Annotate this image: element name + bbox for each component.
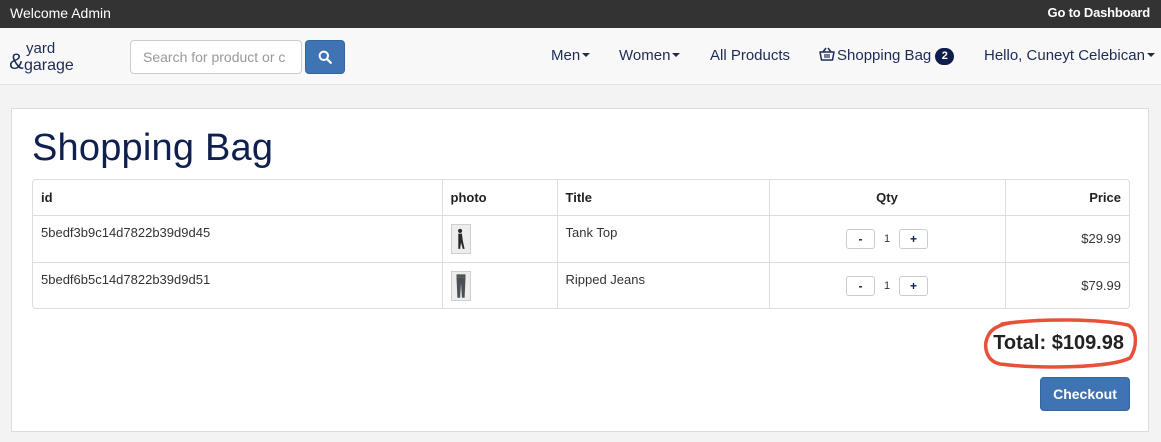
top-bar: Welcome Admin Go to Dashboard bbox=[0, 0, 1161, 28]
svg-text:&: & bbox=[10, 49, 24, 74]
increase-qty-button[interactable]: + bbox=[899, 228, 928, 249]
quantity-stepper: - 1 + bbox=[846, 275, 928, 296]
photo-cell bbox=[442, 262, 558, 308]
decrease-qty-button[interactable]: - bbox=[846, 228, 875, 249]
col-header-price: Price bbox=[1005, 180, 1129, 216]
nav-women-dropdown[interactable]: Women bbox=[619, 47, 681, 64]
cart-table: id photo Title Qty Price 5bedf3b9c14d782… bbox=[32, 179, 1130, 309]
increase-qty-button[interactable]: + bbox=[899, 275, 928, 296]
photo-cell bbox=[442, 215, 558, 263]
svg-text:yard: yard bbox=[26, 40, 55, 57]
navbar: yard & garage Men Women All Products Sho… bbox=[0, 28, 1161, 85]
product-thumbnail[interactable] bbox=[450, 270, 471, 301]
dashboard-link[interactable]: Go to Dashboard bbox=[1048, 5, 1151, 20]
bag-count-badge: 2 bbox=[935, 48, 955, 65]
nav-all-products[interactable]: All Products bbox=[710, 47, 790, 64]
svg-text:garage: garage bbox=[24, 57, 74, 74]
qty-cell: - 1 + bbox=[769, 215, 1006, 263]
product-thumbnail[interactable] bbox=[450, 223, 471, 254]
caret-down-icon bbox=[1146, 53, 1155, 58]
product-price: $79.99 bbox=[1081, 278, 1121, 294]
qty-value: 1 bbox=[883, 232, 891, 245]
nav-women-label: Women bbox=[619, 47, 671, 64]
total-highlight: Total: $109.98 bbox=[980, 316, 1138, 372]
caret-down-icon bbox=[582, 53, 591, 58]
search-icon bbox=[318, 50, 332, 64]
product-title: Ripped Jeans bbox=[557, 262, 770, 308]
shopping-bag-label: Shopping Bag bbox=[837, 47, 932, 64]
table-row: 5bedf6b5c14d7822b39d9d51 Ripped Jeans - … bbox=[33, 262, 1129, 308]
decrease-qty-button[interactable]: - bbox=[846, 275, 875, 296]
welcome-text: Welcome Admin bbox=[10, 5, 111, 21]
search-input[interactable] bbox=[130, 40, 302, 74]
page-title: Shopping Bag bbox=[32, 127, 274, 169]
table-row: 5bedf3b9c14d7822b39d9d45 Tank Top - 1 + … bbox=[33, 215, 1129, 263]
product-id: 5bedf6b5c14d7822b39d9d51 bbox=[33, 262, 443, 308]
product-price: $29.99 bbox=[1005, 215, 1129, 263]
col-header-photo: photo bbox=[442, 180, 558, 216]
qty-cell: - 1 + bbox=[769, 262, 1006, 308]
user-greeting: Hello, Cuneyt Celebican bbox=[984, 47, 1145, 64]
basket-icon bbox=[819, 47, 835, 61]
search-button[interactable] bbox=[305, 40, 345, 74]
user-menu-dropdown[interactable]: Hello, Cuneyt Celebican bbox=[984, 47, 1155, 64]
nav-men-dropdown[interactable]: Men bbox=[551, 47, 591, 64]
checkout-button[interactable]: Checkout bbox=[1040, 377, 1130, 411]
col-header-qty: Qty bbox=[769, 180, 1006, 216]
order-total: Total: $109.98 bbox=[993, 332, 1124, 354]
nav-men-label: Men bbox=[551, 47, 581, 64]
caret-down-icon bbox=[672, 53, 681, 58]
shopping-bag-panel: Shopping Bag id photo Title Qty Price 5b… bbox=[11, 108, 1149, 432]
nav-shopping-bag[interactable]: Shopping Bag 2 bbox=[819, 47, 955, 65]
table-header-row: id photo Title Qty Price bbox=[33, 180, 1129, 216]
yard-garage-logo[interactable]: yard & garage bbox=[10, 39, 100, 75]
product-id: 5bedf3b9c14d7822b39d9d45 bbox=[33, 215, 443, 263]
quantity-stepper: - 1 + bbox=[846, 228, 928, 249]
product-title: Tank Top bbox=[557, 215, 770, 263]
qty-value: 1 bbox=[883, 279, 891, 292]
col-header-id: id bbox=[33, 180, 443, 216]
col-header-title: Title bbox=[557, 180, 770, 216]
